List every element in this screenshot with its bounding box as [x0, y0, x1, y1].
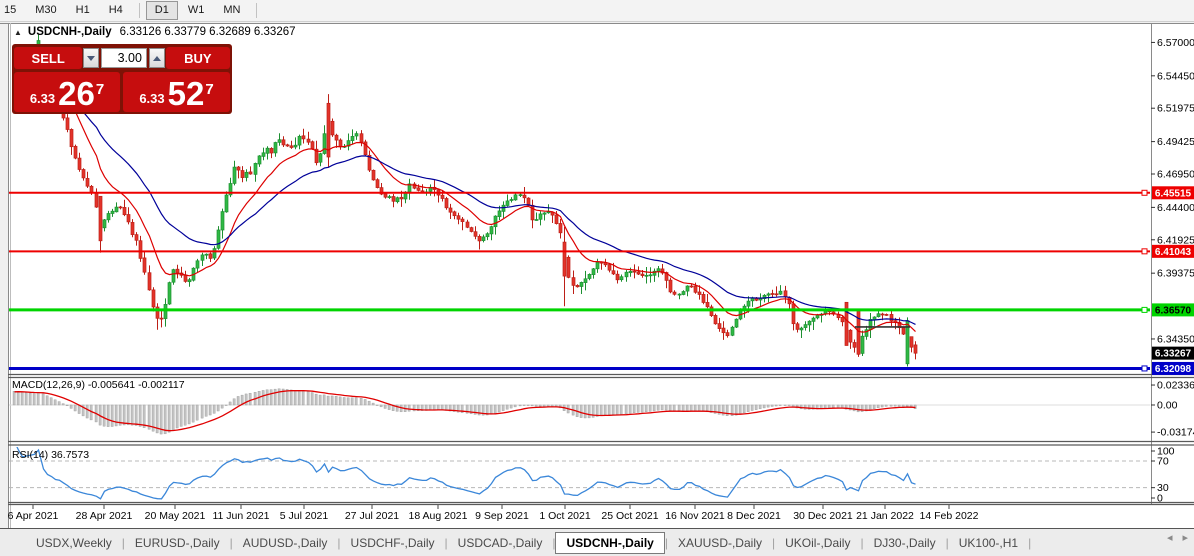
- svg-text:6.41043: 6.41043: [1155, 247, 1192, 258]
- date-axis-label: 18 Aug 2021: [409, 510, 468, 522]
- triangle-down-icon: [87, 55, 96, 61]
- price-axis-label: 6.44400: [1157, 202, 1194, 214]
- chart-tab-usdcad-daily[interactable]: USDCAD-,Daily: [448, 532, 553, 554]
- level-handle[interactable]: [1141, 248, 1148, 255]
- chart-symbol: USDCNH-,Daily: [27, 26, 112, 38]
- price-axis-label: 6.51975: [1157, 103, 1194, 115]
- sell-button[interactable]: SELL: [14, 47, 83, 69]
- one-click-trading-panel: SELL BUY 6.33267 6.33527: [12, 44, 232, 114]
- sell-price-display[interactable]: 6.33 26 7: [14, 72, 120, 112]
- date-axis-label: 20 May 2021: [145, 510, 206, 522]
- macd-label: MACD(12,26,9) -0.005641 -0.002117: [12, 379, 185, 391]
- macd-axis-label: -0.03174: [1157, 427, 1194, 439]
- date-axis-label: 5 Jul 2021: [280, 510, 329, 522]
- date-axis-label: 8 Dec 2021: [727, 510, 781, 522]
- price-axis-label: 6.39375: [1157, 268, 1194, 280]
- date-axis-label: 11 Jun 2021: [212, 510, 269, 522]
- sell-price-big: 26: [58, 75, 95, 112]
- date-axis-label: 30 Dec 2021: [793, 510, 853, 522]
- tab-scroll-right-icon[interactable]: ▸: [1182, 531, 1188, 544]
- price-axis-label: 6.46950: [1157, 169, 1194, 181]
- date-axis-label: 1 Oct 2021: [539, 510, 591, 522]
- level-handle[interactable]: [1141, 365, 1148, 372]
- tab-scroll-left-icon[interactable]: ◂: [1167, 531, 1173, 544]
- volume-increase-button[interactable]: [148, 48, 165, 68]
- volume-decrease-button[interactable]: [83, 48, 99, 68]
- buy-price-big: 52: [167, 75, 205, 112]
- chart-title: ▲ USDCNH-,Daily 6.33126 6.33779 6.32689 …: [14, 26, 296, 38]
- macd-axis-label: 0.00: [1157, 399, 1178, 411]
- sell-price-prefix: 6.33: [29, 91, 56, 106]
- buy-price-prefix: 6.33: [139, 91, 165, 106]
- chart-tab-xauusd-daily[interactable]: XAUUSD-,Daily: [668, 532, 772, 554]
- date-axis-label: 14 Feb 2022: [920, 510, 979, 522]
- price-axis-label: 6.34350: [1157, 333, 1194, 345]
- chart-tab-audusd-daily[interactable]: AUDUSD-,Daily: [233, 532, 338, 554]
- rsi-axis-label: 0: [1157, 493, 1163, 505]
- svg-text:6.32098: 6.32098: [1155, 364, 1192, 375]
- sell-price-sup: 7: [95, 81, 105, 98]
- rsi-axis-label: 70: [1157, 456, 1169, 468]
- volume-input[interactable]: [100, 48, 147, 68]
- chart-tab-ukoil-daily[interactable]: UKOil-,Daily: [775, 532, 860, 554]
- level-handle[interactable]: [1141, 189, 1148, 196]
- macd-axis-label: 0.023365: [1157, 380, 1194, 392]
- rsi-label: RSI(14) 36.7573: [12, 449, 89, 461]
- svg-text:6.33267: 6.33267: [1155, 349, 1192, 360]
- chart-tab-uk100-h1[interactable]: UK100-,H1: [949, 532, 1028, 554]
- date-axis-label: 25 Oct 2021: [601, 510, 658, 522]
- buy-price-display[interactable]: 6.33 52 7: [123, 72, 230, 112]
- date-axis-label: 9 Sep 2021: [475, 510, 529, 522]
- price-axis-label: 6.54450: [1157, 70, 1194, 82]
- date-axis-label: 28 Apr 2021: [76, 510, 133, 522]
- trade-prices-row: 6.33 26 7 6.33 52 7: [14, 72, 230, 112]
- level-handle[interactable]: [1141, 306, 1148, 313]
- chart-tab-dj30-daily[interactable]: DJ30-,Daily: [864, 532, 946, 554]
- price-axis-label: 6.49425: [1157, 136, 1194, 148]
- triangle-up-icon: [152, 55, 161, 61]
- svg-text:6.36570: 6.36570: [1155, 305, 1192, 316]
- price-axis-label: 6.57000: [1157, 37, 1194, 49]
- trading-terminal: 15 M30 H1 H4 D1 W1 MN 6.57000 6.54450 6.51975 6.4…: [0, 0, 1194, 556]
- chart-tab-usdx-weekly[interactable]: USDX,Weekly: [26, 532, 122, 554]
- date-axis-label: 6 Apr 2021: [8, 510, 59, 522]
- tab-scroll-arrows: ◂ ▸: [1167, 531, 1188, 544]
- chart-tab-eurusd-daily[interactable]: EURUSD-,Daily: [125, 532, 230, 554]
- svg-text:6.45515: 6.45515: [1155, 188, 1192, 199]
- buy-price-sup: 7: [205, 81, 214, 98]
- date-axis-label: 16 Nov 2021: [665, 510, 725, 522]
- date-axis-label: 21 Jan 2022: [856, 510, 914, 522]
- tab-separator: |: [1028, 535, 1032, 550]
- chart-ohlc-values: 6.33126 6.33779 6.32689 6.33267: [119, 26, 296, 38]
- collapse-icon[interactable]: ▲: [14, 28, 22, 37]
- trade-controls-row: SELL BUY: [14, 46, 230, 70]
- symbol-tab-bar: USDX,Weekly | EURUSD-,Daily | AUDUSD-,Daily |…: [0, 529, 1194, 556]
- chart-tab-usdchf-daily[interactable]: USDCHF-,Daily: [341, 532, 445, 554]
- buy-button[interactable]: BUY: [165, 47, 230, 69]
- chart-tab-usdcnh-daily[interactable]: USDCNH-,Daily: [555, 531, 665, 554]
- date-axis-label: 27 Jul 2021: [345, 510, 399, 522]
- price-axis-label: 6.41925: [1157, 234, 1194, 246]
